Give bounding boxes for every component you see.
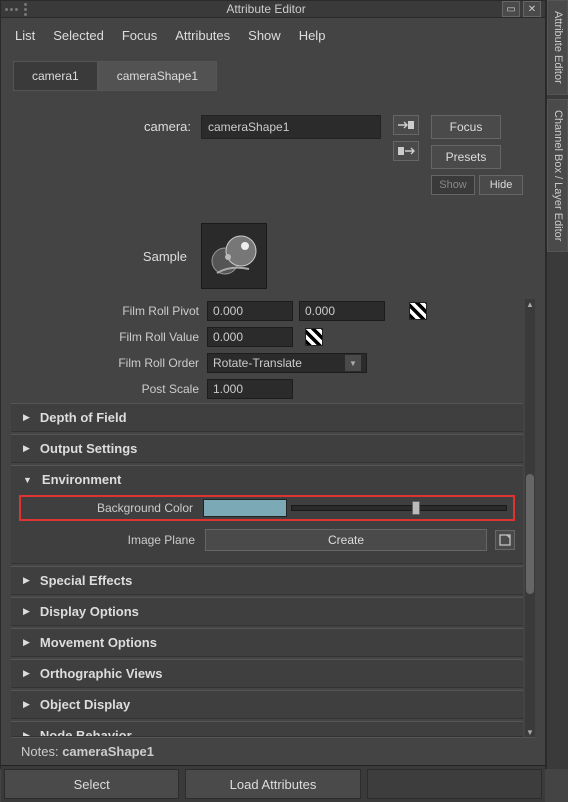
post-scale-field[interactable] [207, 379, 293, 399]
section-orthographic-views[interactable]: Orthographic Views [11, 664, 523, 683]
film-roll-value-field[interactable] [207, 327, 293, 347]
bottom-bar: Select Load Attributes [1, 765, 545, 802]
section-node-behavior[interactable]: Node Behavior [11, 726, 523, 737]
menu-attributes[interactable]: Attributes [175, 28, 230, 43]
background-color-label: Background Color [27, 501, 203, 515]
load-attributes-button[interactable]: Load Attributes [185, 769, 360, 799]
side-tab-attribute-editor[interactable]: Attribute Editor [547, 0, 568, 95]
create-image-plane-button[interactable]: Create [205, 529, 487, 551]
menu-selected[interactable]: Selected [53, 28, 104, 43]
section-object-display[interactable]: Object Display [11, 695, 523, 714]
camera-label: camera: [11, 115, 201, 134]
scroll-thumb[interactable] [526, 474, 534, 594]
hide-button[interactable]: Hide [479, 175, 523, 195]
film-roll-pivot-map-icon[interactable] [409, 302, 427, 320]
film-roll-pivot-y[interactable] [299, 301, 385, 321]
window-title: Attribute Editor [33, 2, 499, 16]
slider-thumb[interactable] [412, 501, 420, 515]
scroll-down-icon[interactable]: ▼ [525, 727, 535, 737]
film-roll-pivot-label: Film Roll Pivot [11, 304, 207, 318]
side-tab-channel-box[interactable]: Channel Box / Layer Editor [547, 99, 568, 252]
input-connection-icon[interactable] [393, 115, 419, 135]
image-plane-label: Image Plane [19, 533, 205, 547]
tab-cameraShape1[interactable]: cameraShape1 [98, 61, 217, 91]
background-color-swatch[interactable] [203, 499, 287, 517]
film-roll-pivot-x[interactable] [207, 301, 293, 321]
film-roll-order-label: Film Roll Order [11, 356, 207, 370]
film-roll-value-label: Film Roll Value [11, 330, 207, 344]
dock-icon: ▭ [506, 4, 515, 15]
copy-tab-button[interactable] [367, 769, 542, 799]
menu-show[interactable]: Show [248, 28, 281, 43]
chevron-down-icon: ▼ [345, 355, 361, 371]
camera-name-field[interactable]: cameraShape1 [201, 115, 381, 139]
section-display-options[interactable]: Display Options [11, 602, 523, 621]
post-scale-label: Post Scale [11, 382, 207, 396]
tab-camera1[interactable]: camera1 [13, 61, 98, 91]
presets-button[interactable]: Presets [431, 145, 501, 169]
close-icon: ✕ [528, 4, 536, 15]
sample-swatch[interactable] [201, 223, 267, 289]
vertical-scrollbar[interactable]: ▲ ▼ [525, 299, 535, 737]
film-roll-order-dropdown[interactable]: Rotate-Translate ▼ [207, 353, 367, 373]
menu-focus[interactable]: Focus [122, 28, 157, 43]
window-titlebar: Attribute Editor ▭ ✕ [1, 1, 545, 18]
section-special-effects[interactable]: Special Effects [11, 571, 523, 590]
image-plane-map-icon[interactable] [495, 530, 515, 550]
section-depth-of-field[interactable]: Depth of Field [11, 408, 523, 427]
notes-row[interactable]: Notes: cameraShape1 [11, 737, 535, 765]
film-roll-value-map-icon[interactable] [305, 328, 323, 346]
select-button[interactable]: Select [4, 769, 179, 799]
section-movement-options[interactable]: Movement Options [11, 633, 523, 652]
section-output-settings[interactable]: Output Settings [11, 439, 523, 458]
menu-bar: List Selected Focus Attributes Show Help [1, 18, 545, 53]
background-color-row: Background Color [19, 495, 515, 521]
focus-button[interactable]: Focus [431, 115, 501, 139]
scroll-up-icon[interactable]: ▲ [525, 299, 535, 309]
section-environment[interactable]: Environment [11, 470, 523, 489]
close-button[interactable]: ✕ [523, 1, 541, 17]
background-color-slider[interactable] [291, 499, 507, 517]
node-tabs: camera1 cameraShape1 [1, 61, 545, 91]
sample-label: Sample [11, 249, 201, 264]
show-button[interactable]: Show [431, 175, 475, 195]
dock-button[interactable]: ▭ [502, 1, 520, 17]
menu-help[interactable]: Help [299, 28, 326, 43]
output-connection-icon[interactable] [393, 141, 419, 161]
menu-list[interactable]: List [15, 28, 35, 43]
